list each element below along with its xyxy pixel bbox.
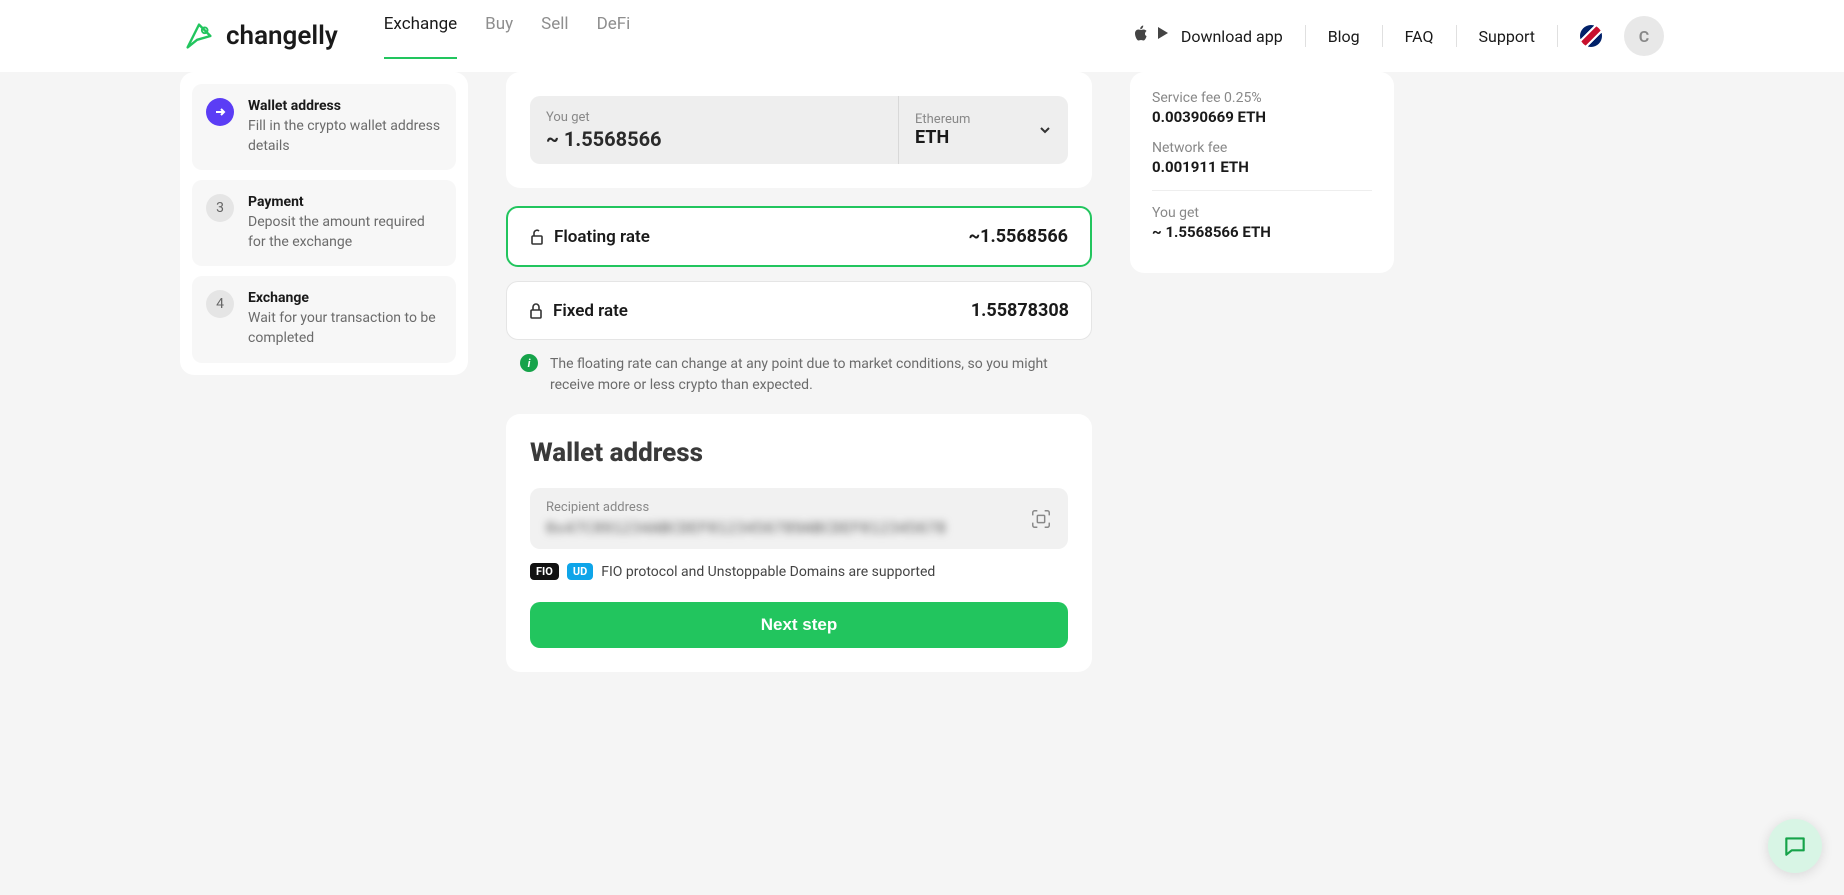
step-desc: Fill in the crypto wallet address detail…: [248, 117, 442, 156]
rate-floating[interactable]: Floating rate ~1.5568566: [506, 206, 1092, 267]
header-right: Download app Blog FAQ Support C: [1133, 16, 1664, 56]
divider: [1382, 25, 1383, 47]
step-wallet-address[interactable]: Wallet address Fill in the crypto wallet…: [192, 84, 456, 170]
unlock-icon: [530, 229, 544, 245]
divider: [1557, 25, 1558, 47]
divider: [1456, 25, 1457, 47]
chat-button[interactable]: [1768, 819, 1822, 873]
avatar-initial: C: [1639, 27, 1649, 46]
step-title: Exchange: [248, 290, 442, 306]
protocol-text: FIO protocol and Unstoppable Domains are…: [601, 564, 935, 580]
arrow-right-icon: [213, 105, 227, 119]
you-get-summary-row: You get ~ 1.5568566 ETH: [1152, 205, 1372, 241]
rate-value: ~1.5568566: [968, 226, 1068, 247]
rate-label: Fixed rate: [553, 301, 628, 321]
you-get-label: You get: [546, 110, 882, 125]
network-fee-value: 0.001911 ETH: [1152, 158, 1372, 176]
qr-scan-icon[interactable]: [1030, 508, 1052, 530]
info-icon: i: [520, 354, 538, 372]
apple-icon: [1133, 25, 1149, 47]
recipient-label: Recipient address: [546, 500, 1018, 515]
you-get-box: You get ~ 1.5568566 Ethereum ETH: [530, 96, 1068, 164]
lock-icon: [529, 303, 543, 319]
you-get-amount: You get ~ 1.5568566: [530, 96, 898, 164]
steps-sidebar: Wallet address Fill in the crypto wallet…: [180, 72, 468, 375]
summary-youget-value: ~ 1.5568566 ETH: [1152, 223, 1372, 241]
you-get-value: ~ 1.5568566: [546, 127, 882, 151]
summary-divider: [1152, 190, 1372, 191]
ud-badge: UD: [567, 563, 593, 580]
header: changelly Exchange Buy Sell DeFi Downloa…: [0, 0, 1844, 72]
wallet-address-card: Wallet address Recipient address 0x47C09…: [506, 414, 1092, 672]
wallet-heading: Wallet address: [530, 438, 1068, 468]
language-flag-icon[interactable]: [1580, 25, 1602, 47]
step-desc: Wait for your transaction to be complete…: [248, 309, 442, 348]
main-nav: Exchange Buy Sell DeFi: [384, 14, 631, 58]
nav-exchange[interactable]: Exchange: [384, 14, 457, 58]
currency-symbol: ETH: [915, 127, 970, 148]
page-body: Wallet address Fill in the crypto wallet…: [0, 72, 1844, 672]
nav-blog[interactable]: Blog: [1328, 27, 1360, 46]
rate-info-text: The floating rate can change at any poin…: [550, 354, 1078, 396]
recipient-address-box: Recipient address 0x47C091234ABCDEF01234…: [530, 488, 1068, 549]
protocol-support-row: FIO UD FIO protocol and Unstoppable Doma…: [530, 563, 1068, 580]
rate-fixed[interactable]: Fixed rate 1.55878308: [506, 281, 1092, 340]
network-fee-label: Network fee: [1152, 140, 1372, 156]
step-number: 3: [206, 194, 234, 222]
logo-icon: [180, 17, 218, 55]
step-exchange[interactable]: 4 Exchange Wait for your transaction to …: [192, 276, 456, 362]
step-payment[interactable]: 3 Payment Deposit the amount required fo…: [192, 180, 456, 266]
service-fee-value: 0.00390669 ETH: [1152, 108, 1372, 126]
nav-faq[interactable]: FAQ: [1405, 27, 1434, 46]
summary-youget-label: You get: [1152, 205, 1372, 221]
user-avatar[interactable]: C: [1624, 16, 1664, 56]
main-column: You get ~ 1.5568566 Ethereum ETH Floatin…: [506, 72, 1092, 672]
rate-options: Floating rate ~1.5568566 Fixed rate 1.55…: [506, 206, 1092, 396]
download-app[interactable]: Download app: [1133, 25, 1283, 47]
divider: [1305, 25, 1306, 47]
step-active-icon: [206, 98, 234, 126]
nav-buy[interactable]: Buy: [485, 14, 513, 58]
summary-panel: Service fee 0.25% 0.00390669 ETH Network…: [1130, 72, 1394, 273]
nav-support[interactable]: Support: [1479, 27, 1535, 46]
service-fee-label: Service fee 0.25%: [1152, 90, 1372, 106]
network-fee-row: Network fee 0.001911 ETH: [1152, 140, 1372, 176]
download-label: Download app: [1181, 27, 1283, 46]
rate-value: 1.55878308: [971, 300, 1069, 321]
currency-name: Ethereum: [915, 112, 970, 127]
fio-badge: FIO: [530, 563, 559, 580]
step-title: Wallet address: [248, 98, 442, 114]
step-number: 4: [206, 290, 234, 318]
chevron-down-icon: [1038, 123, 1052, 137]
rate-label: Floating rate: [554, 227, 650, 247]
next-step-button[interactable]: Next step: [530, 602, 1068, 648]
step-title: Payment: [248, 194, 442, 210]
chat-icon: [1782, 833, 1808, 859]
you-get-card: You get ~ 1.5568566 Ethereum ETH: [506, 72, 1092, 188]
step-desc: Deposit the amount required for the exch…: [248, 213, 442, 252]
logo[interactable]: changelly: [180, 17, 338, 55]
service-fee-row: Service fee 0.25% 0.00390669 ETH: [1152, 90, 1372, 126]
currency-selector[interactable]: Ethereum ETH: [898, 96, 1068, 164]
recipient-address-input[interactable]: 0x47C091234ABCDEF0123456789ABCDEF0123456…: [546, 519, 1018, 537]
nav-sell[interactable]: Sell: [541, 14, 568, 58]
rate-info: i The floating rate can change at any po…: [506, 354, 1092, 396]
nav-defi[interactable]: DeFi: [597, 14, 631, 58]
brand-name: changelly: [226, 21, 338, 51]
play-icon: [1155, 25, 1171, 47]
